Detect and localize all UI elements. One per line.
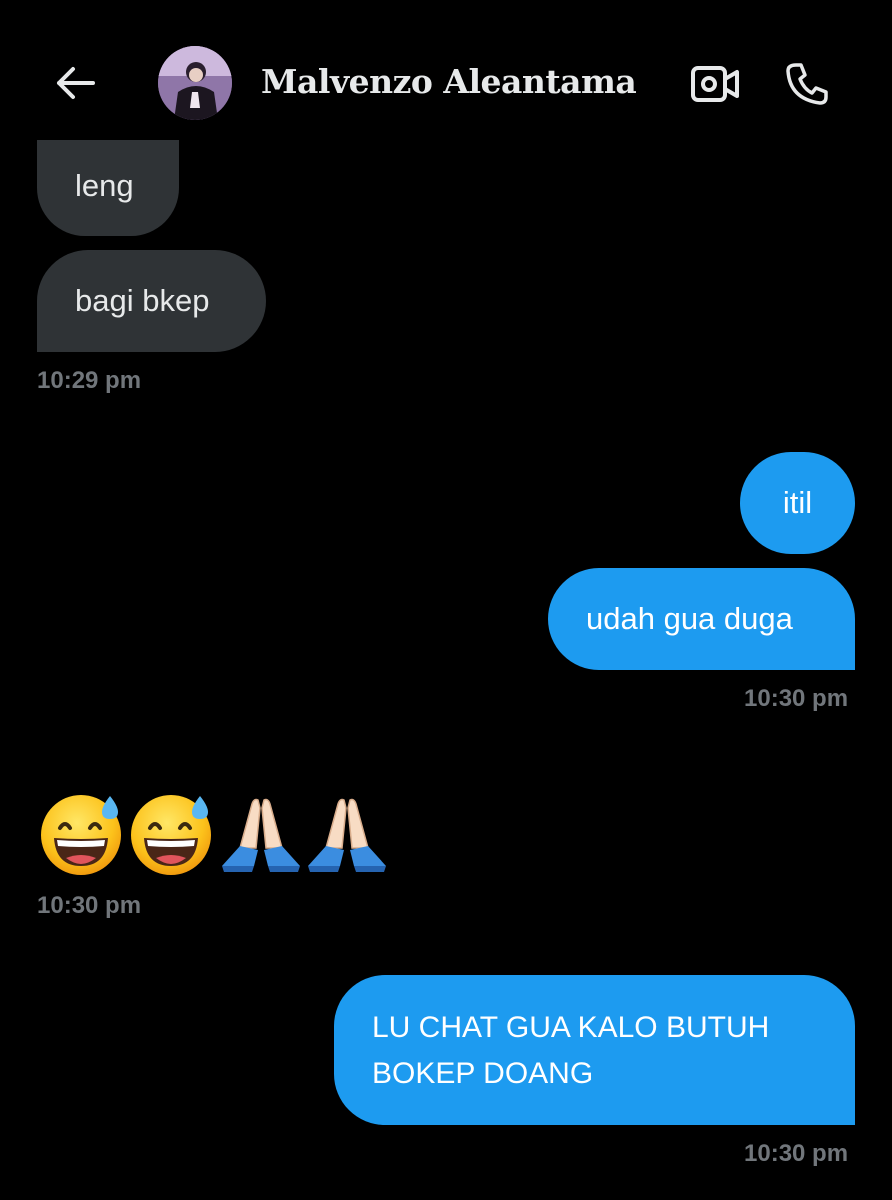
message-bubble-incoming[interactable]: leng — [37, 140, 179, 236]
grinning-face-with-sweat-icon — [131, 795, 211, 875]
message-bubble-incoming[interactable]: bagi bkep — [37, 250, 266, 352]
back-button[interactable] — [48, 58, 102, 108]
message-timestamp: 10:30 pm — [37, 892, 142, 919]
message-bubble-outgoing[interactable]: udah gua duga — [548, 568, 855, 670]
profile-photo-icon — [158, 46, 232, 120]
voice-call-button[interactable] — [778, 56, 836, 112]
message-timestamp: 10:29 pm — [37, 367, 142, 394]
arrow-left-icon — [57, 67, 95, 99]
grinning-face-with-sweat-icon — [41, 795, 121, 875]
video-call-icon — [691, 66, 739, 102]
folded-hands-icon — [308, 798, 386, 872]
phone-icon — [786, 63, 828, 105]
message-timestamp: 10:30 pm — [744, 1140, 849, 1167]
contact-name[interactable]: Malvenzo Aleantama — [261, 62, 637, 101]
conversation-header: Malvenzo Aleantama — [0, 0, 892, 160]
message-bubble-outgoing[interactable]: itil — [740, 452, 855, 554]
message-timestamp: 10:30 pm — [744, 685, 849, 712]
message-bubble-outgoing[interactable]: LU CHAT GUA KALO BUTUH BOKEP DOANG — [334, 975, 855, 1125]
video-call-button[interactable] — [686, 56, 744, 112]
folded-hands-icon — [222, 798, 300, 872]
emoji-message[interactable] — [38, 790, 390, 876]
avatar[interactable] — [158, 46, 232, 120]
